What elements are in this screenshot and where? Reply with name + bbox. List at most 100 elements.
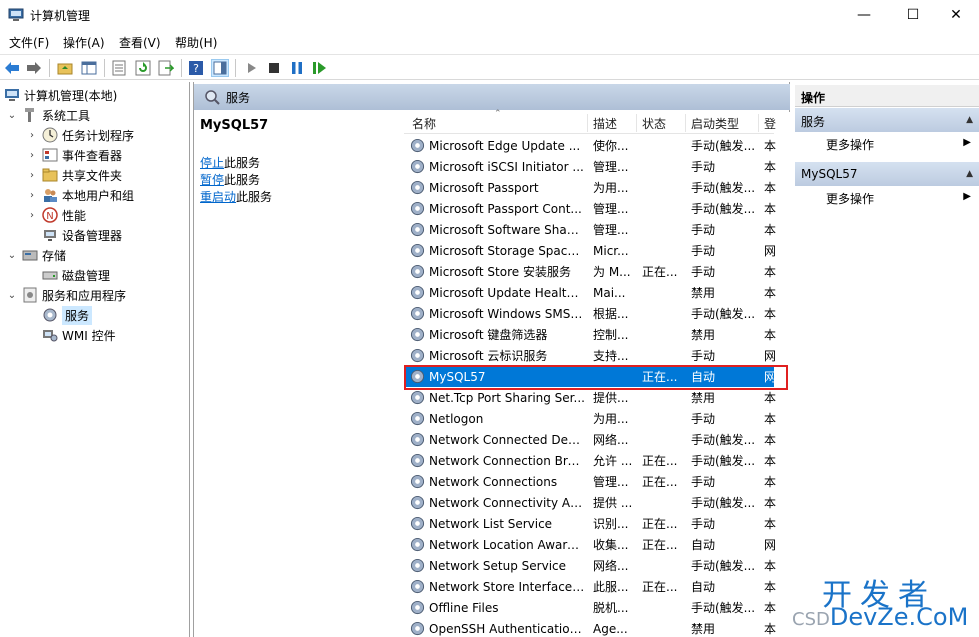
actions-section-mysql57[interactable]: MySQL57 ▲ bbox=[795, 162, 979, 186]
tree-item-root[interactable]: 计算机管理(本地) bbox=[4, 85, 117, 105]
service-log-on-as: 网 bbox=[764, 538, 776, 552]
table-row[interactable]: Microsoft Storage Space... Micr... 手动 网 bbox=[404, 240, 776, 261]
menu-action[interactable]: 操作(A) bbox=[63, 34, 105, 51]
gear-icon bbox=[410, 159, 425, 174]
service-description: 控制... bbox=[593, 328, 629, 342]
table-row[interactable]: Network Connected Devi... 网络... 手动(触发... 本 bbox=[404, 429, 776, 450]
tree-item-system-tools[interactable]: ⌄ 系统工具 bbox=[6, 105, 90, 125]
show-hide-tree-icon[interactable] bbox=[80, 59, 98, 77]
chevron-right-icon[interactable]: › bbox=[26, 190, 38, 201]
table-row[interactable]: Offline Files 脱机... 手动(触发... 本 bbox=[404, 597, 776, 618]
chevron-right-icon[interactable]: › bbox=[26, 210, 38, 221]
properties-icon[interactable] bbox=[110, 59, 128, 77]
column-log-on-as[interactable]: 登 bbox=[764, 115, 776, 132]
chevron-right-icon[interactable]: › bbox=[26, 170, 38, 181]
chevron-down-icon[interactable]: ⌄ bbox=[6, 250, 18, 261]
gear-icon bbox=[410, 537, 425, 552]
table-row[interactable]: Microsoft Store 安装服务 为 M... 正在... 手动 本 bbox=[404, 261, 776, 282]
wmi-icon bbox=[43, 330, 58, 342]
tree-item-shared-folders[interactable]: › 共享文件夹 bbox=[26, 165, 122, 185]
table-row[interactable]: Microsoft Software Shad... 管理... 手动 本 bbox=[404, 219, 776, 240]
tree-item-local-users[interactable]: › 本地用户和组 bbox=[26, 185, 134, 205]
close-button[interactable]: ✕ bbox=[933, 0, 979, 30]
help-icon[interactable]: ? bbox=[187, 59, 205, 77]
chevron-down-icon[interactable]: ⌄ bbox=[6, 110, 18, 121]
table-row[interactable]: Microsoft Update Health... Mai... 禁用 本 bbox=[404, 282, 776, 303]
column-status[interactable]: 状态 bbox=[642, 115, 666, 132]
svg-text:N: N bbox=[46, 211, 53, 222]
menu-view[interactable]: 查看(V) bbox=[119, 34, 161, 51]
restart-service-link[interactable]: 重启动 bbox=[200, 190, 236, 204]
service-log-on-as: 本 bbox=[764, 181, 776, 195]
tree-item-wmi[interactable]: WMI 控件 bbox=[26, 325, 116, 345]
tree-item-disk-management[interactable]: 磁盘管理 bbox=[26, 265, 110, 285]
refresh-icon[interactable] bbox=[134, 59, 152, 77]
table-row[interactable]: Microsoft Edge Update ... 使你... 手动(触发... 本 bbox=[404, 135, 776, 156]
forward-icon[interactable] bbox=[25, 59, 43, 77]
table-row[interactable]: Network Connection Bro... 允许 ... 正在... 手动(触… bbox=[404, 450, 776, 471]
menu-help[interactable]: 帮助(H) bbox=[175, 34, 217, 51]
show-action-pane-icon[interactable] bbox=[211, 59, 229, 77]
more-actions-services[interactable]: 更多操作 bbox=[826, 136, 874, 153]
menu-file[interactable]: 文件(F) bbox=[9, 34, 49, 51]
tree-item-task-scheduler[interactable]: › 任务计划程序 bbox=[26, 125, 134, 145]
table-row[interactable]: Microsoft 键盘筛选器 控制... 禁用 本 bbox=[404, 324, 776, 345]
service-log-on-as: 本 bbox=[764, 475, 776, 489]
table-row[interactable]: Network Connectivity Ass... 提供 ... 手动(触发..… bbox=[404, 492, 776, 513]
export-list-icon[interactable] bbox=[157, 59, 175, 77]
table-row[interactable]: Microsoft iSCSI Initiator ... 管理... 手动 本 bbox=[404, 156, 776, 177]
column-startup-type[interactable]: 启动类型 bbox=[691, 115, 739, 132]
gear-icon bbox=[410, 432, 425, 447]
gear-icon bbox=[410, 621, 425, 636]
service-description: 为 M... bbox=[593, 265, 631, 279]
service-startup-type: 手动(触发... bbox=[691, 139, 756, 153]
back-icon[interactable] bbox=[3, 59, 21, 77]
table-row[interactable]: Network Setup Service 网络... 手动(触发... 本 bbox=[404, 555, 776, 576]
column-description[interactable]: 描述 bbox=[593, 115, 617, 132]
tree-item-services-apps[interactable]: ⌄ 服务和应用程序 bbox=[6, 285, 126, 305]
tree-label: 系统工具 bbox=[42, 108, 91, 123]
pause-service-link[interactable]: 暂停 bbox=[200, 173, 224, 187]
table-row[interactable]: Network Location Aware... 收集... 正在... 自动 网 bbox=[404, 534, 776, 555]
stop-service-icon[interactable] bbox=[265, 59, 283, 77]
table-row[interactable]: Netlogon 为用... 手动 本 bbox=[404, 408, 776, 429]
tree-item-performance[interactable]: › N 性能 bbox=[26, 205, 86, 225]
tree-item-services[interactable]: 服务 bbox=[26, 305, 93, 325]
chevron-right-icon[interactable]: › bbox=[26, 150, 38, 161]
service-startup-type: 手动 bbox=[691, 223, 716, 237]
start-service-icon[interactable] bbox=[243, 59, 261, 77]
table-row[interactable]: Microsoft Passport 为用... 手动(触发... 本 bbox=[404, 177, 776, 198]
table-row[interactable]: Microsoft Windows SMS ... 根据... 手动(触发... 本 bbox=[404, 303, 776, 324]
table-row[interactable]: Microsoft Passport Cont... 管理... 手动(触发... 本 bbox=[404, 198, 776, 219]
service-startup-type: 手动 bbox=[691, 412, 716, 426]
tree-label: 本地用户和组 bbox=[62, 188, 135, 203]
table-row[interactable]: Network List Service 识别... 正在... 手动 本 bbox=[404, 513, 776, 534]
table-row[interactable]: Network Store Interface ... 此服... 正在... 自动 本 bbox=[404, 576, 776, 597]
service-status: 正在... bbox=[642, 475, 678, 489]
event-viewer-icon bbox=[42, 148, 58, 162]
actions-section-services[interactable]: 服务 ▲ bbox=[795, 108, 979, 132]
more-actions-mysql57[interactable]: 更多操作 bbox=[826, 190, 874, 207]
pause-service-icon[interactable] bbox=[288, 59, 306, 77]
chevron-down-icon[interactable]: ⌄ bbox=[6, 290, 18, 301]
restart-service-icon[interactable] bbox=[311, 59, 329, 77]
tree-item-event-viewer[interactable]: › 事件查看器 bbox=[26, 145, 122, 165]
service-description: 允许 ... bbox=[593, 454, 633, 468]
tree-item-storage[interactable]: ⌄ 存储 bbox=[6, 245, 66, 265]
service-log-on-as: 本 bbox=[764, 328, 776, 342]
table-row[interactable]: Network Connections 管理... 正在... 手动 本 bbox=[404, 471, 776, 492]
gear-icon bbox=[410, 264, 425, 279]
collapse-icon[interactable]: ▲ bbox=[966, 169, 973, 179]
up-folder-icon[interactable] bbox=[56, 59, 74, 77]
collapse-icon[interactable]: ▲ bbox=[966, 115, 973, 125]
table-row[interactable]: OpenSSH Authentication ... Age... 禁用 本 bbox=[404, 618, 776, 637]
stop-service-link[interactable]: 停止 bbox=[200, 156, 224, 170]
chevron-right-icon[interactable]: › bbox=[26, 130, 38, 141]
column-name[interactable]: 名称 bbox=[412, 115, 436, 132]
tree-label: 存储 bbox=[42, 248, 67, 263]
minimize-button[interactable]: — bbox=[841, 0, 887, 30]
table-row[interactable]: Net.Tcp Port Sharing Ser... 提供... 禁用 本 bbox=[404, 387, 776, 408]
maximize-button[interactable]: ☐ bbox=[890, 0, 936, 30]
table-row[interactable]: Microsoft 云标识服务 支持... 手动 网 bbox=[404, 345, 776, 366]
tree-item-device-manager[interactable]: 设备管理器 bbox=[26, 225, 122, 245]
